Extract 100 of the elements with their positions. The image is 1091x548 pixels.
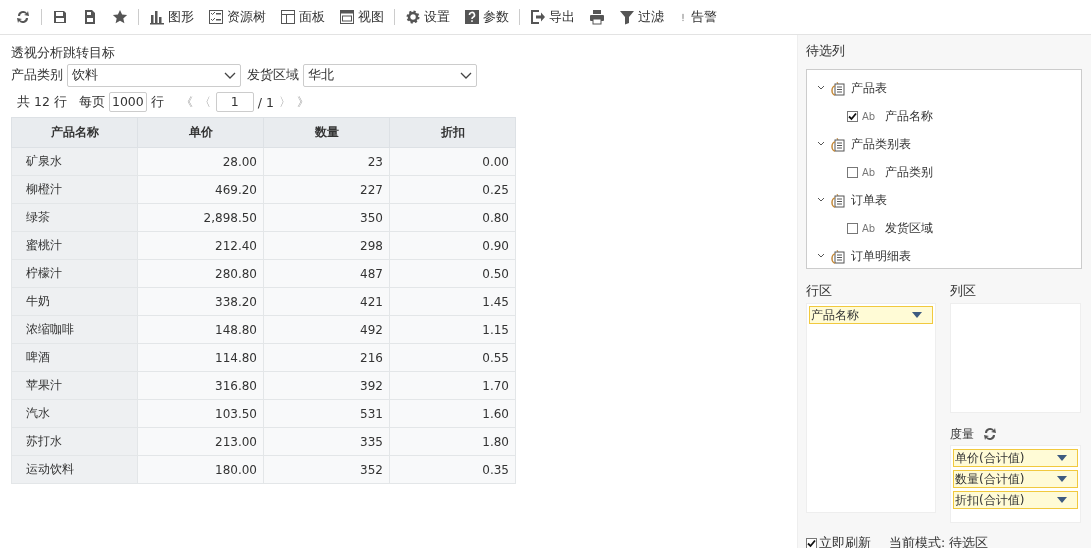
toolbar-button[interactable]: 视图 [332,3,391,31]
table-cell: 0.00 [389,147,516,176]
section-label: 待选列 [806,43,846,60]
settings-icon [405,9,421,25]
table-cell: 柠檬汁 [11,259,138,288]
tree-item[interactable]: 产品类别 [885,163,934,181]
chevron-icon[interactable] [817,85,825,91]
field-chip[interactable]: 折扣(合计值) [953,491,1078,509]
printer-icon [589,9,605,25]
report-title: 透视分析跳转目标 [11,45,116,62]
table-cell: 1.45 [389,287,516,316]
chevron-icon[interactable] [817,253,825,259]
dropdown-arrow-icon [1057,476,1067,482]
tree-item[interactable]: 订单表 [851,191,887,209]
section-label: 行区 [806,283,833,300]
chevron-icon[interactable] [817,197,825,203]
section-label: 度量 [950,425,974,443]
field-type-label: Ab [862,222,876,234]
tree-item[interactable]: 发货区域 [885,219,934,237]
table-cell: 啤酒 [11,343,138,372]
table-cell: 1.15 [389,315,516,344]
table-cell: 352 [263,455,390,484]
table-cell: 335 [263,427,390,456]
table-cell: 298 [263,231,390,260]
table-cell: 0.80 [389,203,516,232]
filter-select[interactable]: 华北 [303,64,477,87]
table-cell: 227 [263,175,390,204]
per-page-field[interactable]: 1000 [108,92,147,112]
filter-select[interactable]: 饮料 [67,64,241,87]
field-chip[interactable]: 数量(合计值) [953,470,1078,488]
tree-item[interactable]: 产品表 [851,79,887,97]
column-header: 产品名称 [11,117,138,148]
save-as-icon [82,9,98,25]
chevron-icon[interactable] [817,141,825,147]
table-cell: 0.35 [389,455,516,484]
column-header: 数量 [263,117,390,148]
refresh-icon [15,9,31,25]
field-chip[interactable]: 单价(合计值) [953,449,1078,467]
toolbar-button[interactable]: 参数 [457,3,516,31]
toolbar-button[interactable]: 过滤 [612,3,671,31]
field-type-label: Ab [862,110,876,122]
table-cell: 柳橙汁 [11,175,138,204]
checkbox[interactable] [806,538,817,548]
table-cell: 2,898.50 [137,203,264,232]
filter-label: 产品类别 [11,67,63,84]
toolbar-button[interactable]: 资源树 [201,3,273,31]
field-chip[interactable]: 产品名称 [809,306,933,324]
table-cell: 苹果汁 [11,371,138,400]
page-field[interactable]: 1 [215,92,254,112]
dropdown-arrow-icon [1057,455,1067,461]
table-cell: 103.50 [137,399,264,428]
checkbox[interactable] [847,166,858,178]
save-icon [52,9,68,25]
refresh-icon [981,426,998,442]
table-cell: 1.70 [389,371,516,400]
toolbar-button[interactable]: 导出 [523,3,582,31]
table-cell: 牛奶 [11,287,138,316]
mode-status: 当前模式: 待选区 [889,535,989,548]
table-cell: 421 [263,287,390,316]
table-cell: 216 [263,343,390,372]
toolbar-button[interactable]: 设置 [398,3,457,31]
table-cell: 28.00 [137,147,264,176]
filter-icon [619,9,635,25]
help-icon [464,9,480,25]
column-header: 单价 [137,117,264,148]
table-cell: 绿茶 [11,203,138,232]
toolbar-button[interactable]: 面板 [273,3,332,31]
table-cell: 148.80 [137,315,264,344]
table-cell: 浓缩咖啡 [11,315,138,344]
checklist-icon [208,9,224,25]
field-type-label: Ab [862,166,876,178]
table-cell: 0.50 [389,259,516,288]
table-icon [831,80,845,96]
table-cell: 0.55 [389,343,516,372]
table-cell: 469.20 [137,175,264,204]
toolbar-button[interactable]: 告警 [671,3,724,31]
table-icon [831,136,845,152]
table-cell: 运动饮料 [11,455,138,484]
tree-item[interactable]: 订单明细表 [851,247,911,265]
chevron-down-icon [224,71,236,80]
table-cell: 338.20 [137,287,264,316]
table-cell: 苏打水 [11,427,138,456]
table-icon [831,192,845,208]
checkbox[interactable] [847,222,858,234]
table-cell: 114.80 [137,343,264,372]
tree-item[interactable]: 产品类别表 [851,135,911,153]
table-cell: 23 [263,147,390,176]
table-cell: 1.60 [389,399,516,428]
toolbar-button[interactable]: 图形 [142,3,201,31]
per-page-label: 每页 [78,93,105,111]
table-icon [831,248,845,264]
window-icon [339,9,355,25]
table-cell: 350 [263,203,390,232]
table-cell: 280.80 [137,259,264,288]
tree-item[interactable]: 产品名称 [885,107,934,125]
dropdown-arrow-icon [912,312,922,318]
rows-unit: 行 [150,93,164,111]
table-cell: 213.00 [137,427,264,456]
checkbox[interactable] [847,110,858,122]
page-count: / 1 [257,94,274,110]
